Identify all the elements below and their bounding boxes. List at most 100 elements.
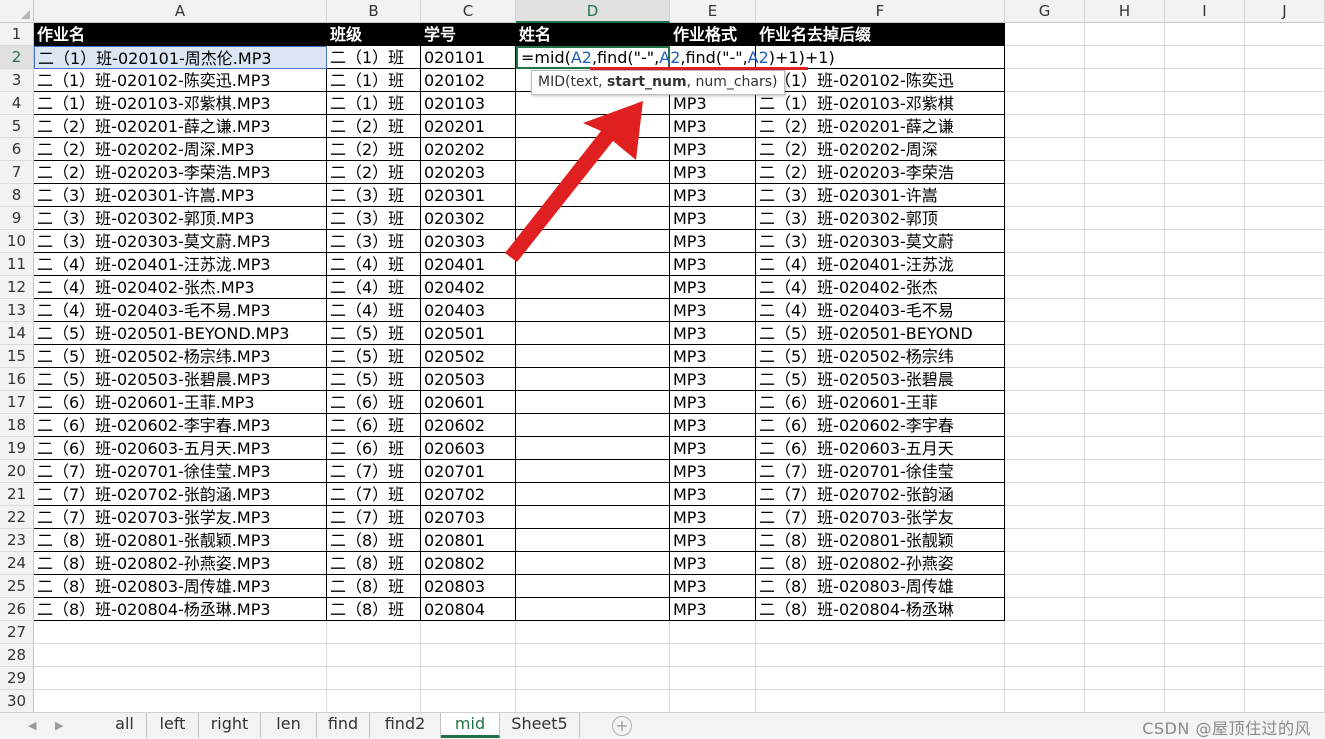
table-cell[interactable] <box>516 230 670 253</box>
table-cell[interactable]: 二（7）班 <box>327 506 421 529</box>
table-cell[interactable]: 020101 <box>421 46 516 69</box>
column-header-a[interactable]: A <box>34 0 327 23</box>
table-cell[interactable]: MP3 <box>670 253 756 276</box>
row-header-20[interactable]: 20 <box>0 460 34 483</box>
table-cell[interactable]: MP3 <box>670 138 756 161</box>
table-cell[interactable] <box>516 115 670 138</box>
table-cell[interactable] <box>516 391 670 414</box>
table-cell[interactable]: 二（5）班 <box>327 322 421 345</box>
table-cell[interactable] <box>516 368 670 391</box>
table-cell[interactable]: 二（6）班-020602-李宇春 <box>756 414 1005 437</box>
table-cell[interactable]: 020201 <box>421 115 516 138</box>
table-cell[interactable] <box>516 345 670 368</box>
table-cell[interactable]: 二（8）班-020802-孙燕姿 <box>756 552 1005 575</box>
table-cell[interactable]: 二（7）班 <box>327 460 421 483</box>
row-header-16[interactable]: 16 <box>0 368 34 391</box>
table-cell[interactable]: 二（1）班 <box>327 92 421 115</box>
table-cell[interactable] <box>516 299 670 322</box>
table-cell[interactable]: 二（4）班-020402-张杰.MP3 <box>34 276 327 299</box>
table-cell[interactable]: MP3 <box>670 575 756 598</box>
table-cell[interactable] <box>516 598 670 621</box>
table-cell[interactable]: 二（5）班 <box>327 368 421 391</box>
table-cell[interactable]: 二（7）班-020701-徐佳莹 <box>756 460 1005 483</box>
table-cell[interactable] <box>516 161 670 184</box>
table-cell[interactable]: 二（3）班-020301-许嵩.MP3 <box>34 184 327 207</box>
table-cell[interactable]: 二（4）班-020402-张杰 <box>756 276 1005 299</box>
table-cell[interactable]: 二（3）班-020303-莫文蔚.MP3 <box>34 230 327 253</box>
table-cell[interactable]: 020801 <box>421 529 516 552</box>
row-header-18[interactable]: 18 <box>0 414 34 437</box>
table-cell[interactable]: MP3 <box>670 437 756 460</box>
table-cell[interactable] <box>516 483 670 506</box>
table-cell[interactable]: 二（1）班-020101-周杰伦.MP3 <box>34 46 327 69</box>
table-cell[interactable]: MP3 <box>670 184 756 207</box>
column-header-d[interactable]: D <box>516 0 670 23</box>
table-cell[interactable]: MP3 <box>670 483 756 506</box>
row-header-7[interactable]: 7 <box>0 161 34 184</box>
row-header-28[interactable]: 28 <box>0 644 34 667</box>
table-cell[interactable]: MP3 <box>670 368 756 391</box>
table-cell[interactable]: 020301 <box>421 184 516 207</box>
table-cell[interactable] <box>516 437 670 460</box>
table-header-cell[interactable]: 班级 <box>327 23 421 46</box>
row-header-27[interactable]: 27 <box>0 621 34 644</box>
table-cell[interactable]: 二（3）班 <box>327 184 421 207</box>
table-cell[interactable]: 二（8）班-020802-孙燕姿.MP3 <box>34 552 327 575</box>
sheet-tab-find[interactable]: find <box>317 713 370 738</box>
table-cell[interactable]: 二（8）班-020804-杨丞琳.MP3 <box>34 598 327 621</box>
row-header-26[interactable]: 26 <box>0 598 34 621</box>
row-header-22[interactable]: 22 <box>0 506 34 529</box>
table-cell[interactable]: 二（8）班 <box>327 598 421 621</box>
add-sheet-icon[interactable]: + <box>612 716 632 736</box>
table-cell[interactable] <box>516 184 670 207</box>
table-cell[interactable]: 020503 <box>421 368 516 391</box>
column-header-e[interactable]: E <box>670 0 756 23</box>
table-cell[interactable] <box>516 92 670 115</box>
table-cell[interactable]: 二（5）班-020503-张碧晨 <box>756 368 1005 391</box>
table-cell[interactable] <box>516 575 670 598</box>
table-cell[interactable]: 二（3）班-020302-郭顶.MP3 <box>34 207 327 230</box>
table-cell[interactable]: 二（6）班-020601-王菲 <box>756 391 1005 414</box>
row-header-13[interactable]: 13 <box>0 299 34 322</box>
row-header-10[interactable]: 10 <box>0 230 34 253</box>
table-cell[interactable]: 二（2）班-020202-周深.MP3 <box>34 138 327 161</box>
table-cell[interactable]: 020601 <box>421 391 516 414</box>
row-header-2[interactable]: 2 <box>0 46 34 69</box>
row-header-12[interactable]: 12 <box>0 276 34 299</box>
table-cell[interactable]: 二（7）班-020701-徐佳莹.MP3 <box>34 460 327 483</box>
table-cell[interactable]: 二（2）班-020202-周深 <box>756 138 1005 161</box>
sheet-tab-all[interactable]: all <box>103 713 147 738</box>
table-cell[interactable]: 二（3）班-020301-许嵩 <box>756 184 1005 207</box>
table-cell[interactable]: 020701 <box>421 460 516 483</box>
table-cell[interactable]: 020403 <box>421 299 516 322</box>
table-cell[interactable]: 二（2）班-020201-薛之谦.MP3 <box>34 115 327 138</box>
row-header-25[interactable]: 25 <box>0 575 34 598</box>
table-cell[interactable]: 二（1）班 <box>327 69 421 92</box>
table-cell[interactable]: 020703 <box>421 506 516 529</box>
table-cell[interactable]: 020803 <box>421 575 516 598</box>
row-header-11[interactable]: 11 <box>0 253 34 276</box>
row-header-15[interactable]: 15 <box>0 345 34 368</box>
table-cell[interactable]: 二（2）班-020201-薛之谦 <box>756 115 1005 138</box>
table-cell[interactable]: 二（4）班-020401-汪苏泷.MP3 <box>34 253 327 276</box>
table-cell[interactable] <box>516 552 670 575</box>
row-header-30[interactable]: 30 <box>0 690 34 712</box>
sheet-tab-sheet5[interactable]: Sheet5 <box>500 713 580 738</box>
sheet-tab-mid[interactable]: mid <box>441 713 500 738</box>
table-cell[interactable]: MP3 <box>670 230 756 253</box>
sheet-tab-right[interactable]: right <box>199 713 261 738</box>
sheet-tab-left[interactable]: left <box>147 713 199 738</box>
row-header-4[interactable]: 4 <box>0 92 34 115</box>
table-cell[interactable]: MP3 <box>670 345 756 368</box>
column-header-i[interactable]: I <box>1165 0 1245 23</box>
table-cell[interactable]: MP3 <box>670 598 756 621</box>
table-cell[interactable]: MP3 <box>670 161 756 184</box>
row-header-5[interactable]: 5 <box>0 115 34 138</box>
table-cell[interactable]: 二（7）班 <box>327 483 421 506</box>
table-cell[interactable]: MP3 <box>670 529 756 552</box>
table-cell[interactable]: 二（3）班-020302-郭顶 <box>756 207 1005 230</box>
table-cell[interactable]: 二（8）班-020803-周传雄 <box>756 575 1005 598</box>
editing-cell-d2[interactable]: =mid(A2,find("-",A2,find("-",A2)+1)+1) <box>516 46 835 69</box>
table-cell[interactable]: 二（3）班 <box>327 230 421 253</box>
row-header-17[interactable]: 17 <box>0 391 34 414</box>
